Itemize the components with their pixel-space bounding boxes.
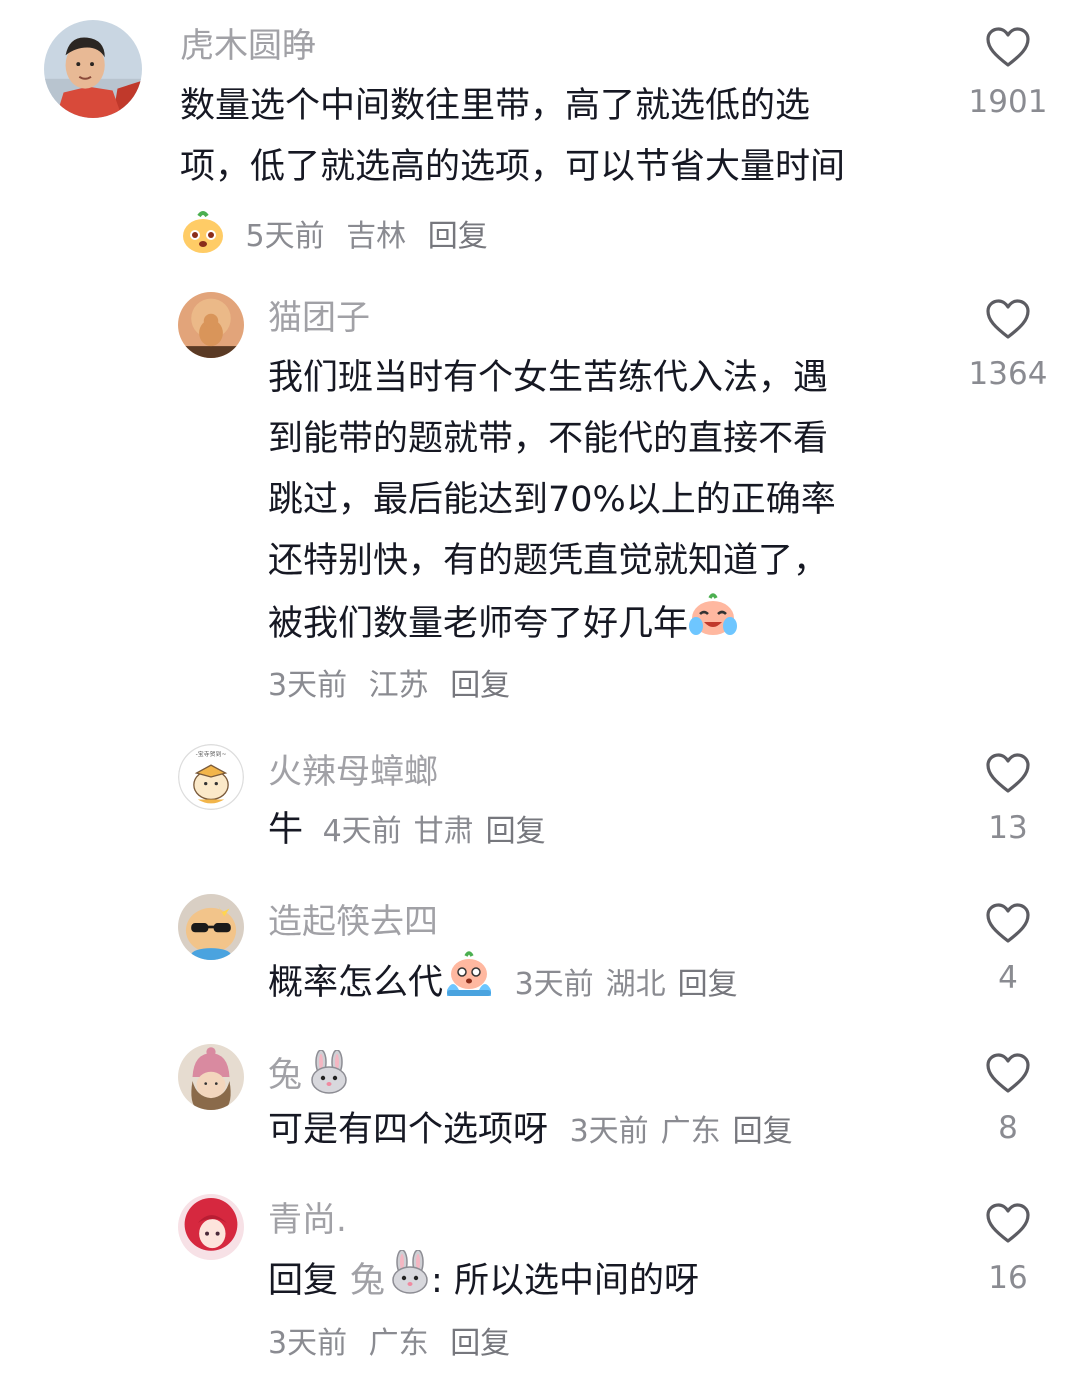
comment-item: -宝寺贺到~ 火辣母蟑螂 牛 4天前 甘肃 回复 13 <box>0 730 1080 880</box>
comment-text: : 所以选中间的呀 <box>431 1261 699 1301</box>
reply-prefix: 回复 <box>268 1261 339 1301</box>
like-count: 16 <box>988 1260 1028 1296</box>
comment-text: 可是有四个选项呀 <box>268 1110 549 1150</box>
like-count: 1364 <box>968 356 1048 392</box>
avatar[interactable] <box>44 20 142 118</box>
comment-location: 江苏 <box>368 668 429 703</box>
reply-button[interactable]: 回复 <box>428 219 488 254</box>
like-count: 13 <box>988 810 1028 846</box>
comment-meta: 3天前 湖北 回复 <box>505 967 738 1002</box>
comment-text: 牛 <box>268 810 304 850</box>
heart-outline-icon <box>986 903 1030 943</box>
comment-text: 概率怎么代 <box>268 963 444 1003</box>
like-button[interactable]: 13 <box>958 752 1058 846</box>
comment-location: 广东 <box>660 1114 721 1149</box>
like-button[interactable]: 1901 <box>958 26 1058 120</box>
comment-meta: 5天前 吉林 回复 <box>180 210 500 265</box>
comment-username-with-emoji: 兔 <box>268 1049 350 1103</box>
like-button[interactable]: 16 <box>958 1202 1058 1296</box>
reply-button[interactable]: 回复 <box>450 1326 510 1361</box>
comment-username[interactable]: 青尚. <box>268 1200 347 1240</box>
heart-outline-icon <box>986 753 1030 793</box>
reply-button[interactable]: 回复 <box>678 967 738 1002</box>
comment-location: 湖北 <box>605 967 666 1002</box>
reply-to-username[interactable]: 兔 <box>350 1261 385 1301</box>
like-count: 1901 <box>968 84 1048 120</box>
comment-item: 猫团子 我们班当时有个女生苦练代入法，遇 到能带的题就带，不能代的直接不看 跳过… <box>0 270 1080 730</box>
comment-item: 造起筷去四 概率怎么代 3天前 湖北 回复 4 <box>0 880 1080 1030</box>
reply-button[interactable]: 回复 <box>733 1114 793 1149</box>
comment-location: 广东 <box>368 1326 429 1361</box>
comment-text-line: 我们班当时有个女生苦练代入法，遇 <box>268 358 829 398</box>
avatar[interactable] <box>178 894 244 960</box>
comment-meta: 3天前 江苏 回复 <box>268 666 522 706</box>
comment-time: 3天前 <box>569 1114 649 1149</box>
comment-text-line: 数量选个中间数往里带，高了就选低的选 <box>180 86 811 126</box>
comment-time: 5天前 <box>245 219 325 254</box>
like-button[interactable]: 8 <box>958 1052 1058 1146</box>
comment-item: 虎木圆睁 数量选个中间数往里带，高了就选低的选 项，低了就选高的选项，可以节省大… <box>0 0 1080 270</box>
comment-text-line: 项，低了就选高的选项，可以节省大量时间 <box>180 147 846 187</box>
comment-text-with-meta: 可是有四个选项呀 3天前 广东 回复 <box>268 1100 793 1162</box>
avatar[interactable] <box>178 1044 244 1110</box>
comment-username[interactable]: 造起筷去四 <box>268 902 438 942</box>
comment-username[interactable]: 火辣母蟑螂 <box>268 752 438 792</box>
like-count: 8 <box>998 1110 1018 1146</box>
comment-location: 甘肃 <box>413 814 474 849</box>
comment-time: 3天前 <box>268 1326 348 1361</box>
reply-button[interactable]: 回复 <box>486 814 546 849</box>
svg-text:-宝寺贺到~: -宝寺贺到~ <box>196 750 227 758</box>
crying-face-emoji <box>688 592 738 658</box>
comment-text-line: 还特别快，有的题凭直觉就知道了， <box>268 541 829 581</box>
comment-time: 3天前 <box>268 668 348 703</box>
comment-text-with-meta: 概率怎么代 3天前 湖北 回复 <box>268 950 738 1018</box>
comment-item: 青尚. 回复兔 : 所以选中间的呀 3天前 广东 回复 16 <box>0 1180 1080 1376</box>
comment-text-line-with-emoji: 被我们数量老师夸了好几年 <box>268 592 738 658</box>
reply-button[interactable]: 回复 <box>450 668 510 703</box>
comment-text-with-meta: 牛 4天前 甘肃 回复 <box>268 800 546 862</box>
weeping-face-emoji <box>443 950 495 1018</box>
comment-text-line: 到能带的题就带，不能代的直接不看 <box>268 419 829 459</box>
like-button[interactable]: 4 <box>958 902 1058 996</box>
comment-location: 吉林 <box>346 219 407 254</box>
heart-outline-icon <box>986 299 1030 339</box>
like-count: 4 <box>998 960 1018 996</box>
comment-text-reply-line: 回复兔 : 所以选中间的呀 <box>268 1249 699 1314</box>
comment-meta: 3天前 广东 回复 <box>268 1324 522 1364</box>
avatar[interactable] <box>178 292 244 358</box>
heart-outline-icon <box>986 1203 1030 1243</box>
avatar[interactable]: -宝寺贺到~ <box>178 744 244 810</box>
comment-time: 4天前 <box>322 814 402 849</box>
comment-username[interactable]: 兔 <box>268 1055 302 1095</box>
comment-item: 兔 可是有四个选项呀 3天前 广东 回复 8 <box>0 1030 1080 1180</box>
comment-text-line: 被我们数量老师夸了好几年 <box>268 604 689 644</box>
comment-meta: 4天前 甘肃 回复 <box>313 814 546 849</box>
avatar[interactable] <box>178 1194 244 1260</box>
comment-username[interactable]: 虎木圆睁 <box>180 26 316 66</box>
radish-face-emoji <box>180 210 226 265</box>
comment-text-line: 跳过，最后能达到70%以上的正确率 <box>268 480 836 520</box>
comment-time: 3天前 <box>514 967 594 1002</box>
heart-outline-icon <box>986 1053 1030 1093</box>
comment-username[interactable]: 猫团子 <box>268 298 370 338</box>
like-button[interactable]: 1364 <box>958 298 1058 392</box>
comment-meta: 3天前 广东 回复 <box>560 1114 793 1149</box>
heart-outline-icon <box>986 27 1030 67</box>
rabbit-emoji <box>389 1249 431 1314</box>
rabbit-emoji <box>308 1049 350 1103</box>
